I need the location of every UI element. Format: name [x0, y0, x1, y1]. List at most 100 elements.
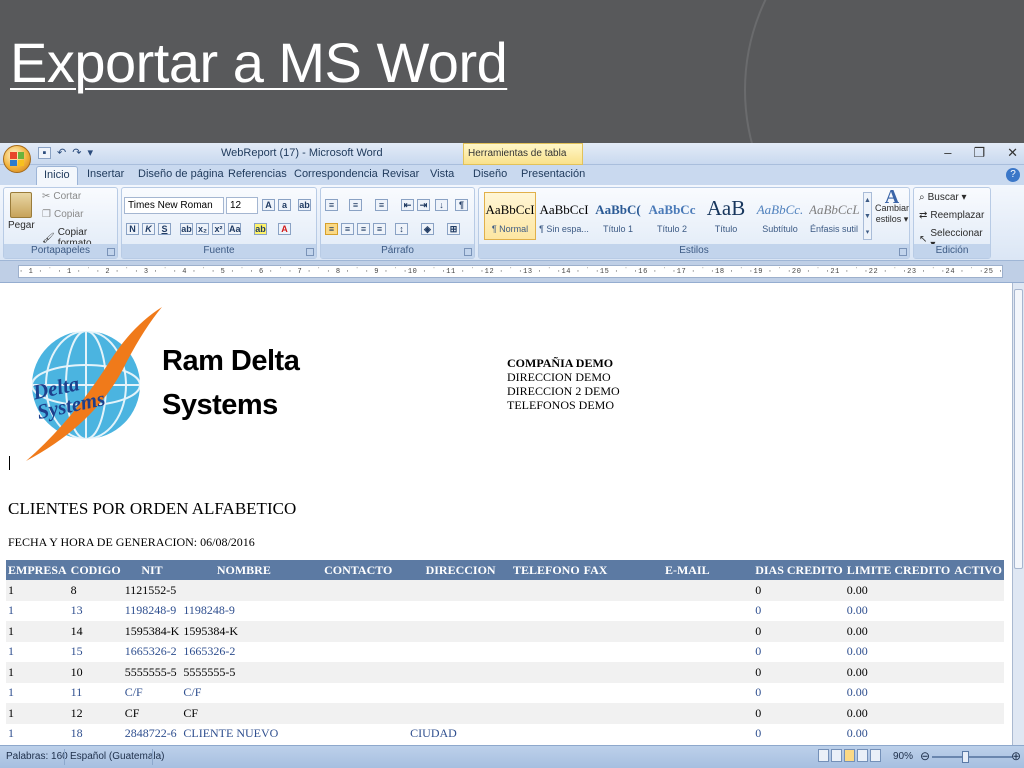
vertical-scrollbar[interactable]	[1012, 283, 1024, 745]
tab-inicio[interactable]: Inicio	[36, 166, 78, 185]
table-row[interactable]: 1 10 5555555-5 5555555-5 0 0.00	[6, 662, 1004, 683]
clear-format-icon[interactable]: ab	[298, 199, 311, 211]
outline-icon[interactable]	[857, 749, 868, 762]
zoom-out-icon[interactable]: ⊖	[920, 749, 930, 763]
tab-presentacion[interactable]: Presentación	[521, 168, 585, 180]
underline-icon[interactable]: S	[158, 223, 171, 235]
style-heading-2[interactable]: AaBbCc Título 2	[646, 192, 698, 240]
sort-icon[interactable]: ↓	[435, 199, 448, 211]
redo-icon[interactable]: ↷	[72, 146, 81, 159]
style-name: ¶ Normal	[491, 224, 529, 234]
table-cell	[306, 580, 411, 601]
style-subtitle[interactable]: AaBbCc. Subtítulo	[754, 192, 806, 240]
web-layout-icon[interactable]	[844, 749, 855, 762]
table-row[interactable]: 1 12 CF CF 0 0.00	[6, 703, 1004, 724]
style-subtle-emphasis[interactable]: AaBbCcL Énfasis sutil	[808, 192, 860, 240]
draft-icon[interactable]	[870, 749, 881, 762]
replace-button[interactable]: ⇄ Reemplazar	[919, 210, 984, 221]
align-left-icon[interactable]: ≡	[325, 223, 338, 235]
clipboard-launcher-icon[interactable]	[107, 248, 115, 256]
close-button[interactable]: ✕	[1007, 145, 1018, 161]
table-cell	[511, 601, 582, 622]
save-icon[interactable]: ▪	[38, 146, 51, 159]
style-no-spacing[interactable]: AaBbCcI ¶ Sin espa...	[538, 192, 590, 240]
decrease-indent-icon[interactable]: ⇤	[401, 199, 414, 211]
highlight-icon[interactable]: ab	[254, 223, 267, 235]
borders-icon[interactable]: ⊞	[447, 223, 460, 235]
table-row[interactable]: 1 13 1198248-9 1198248-9 0 0.00	[6, 601, 1004, 622]
subscript-icon[interactable]: x₂	[196, 223, 209, 235]
tab-correspondencia[interactable]: Correspondencia	[294, 168, 378, 180]
office-button[interactable]	[3, 145, 31, 173]
table-cell: CIUDAD	[410, 726, 457, 741]
line-spacing-icon[interactable]: ↕	[395, 223, 408, 235]
zoom-in-icon[interactable]: ⊕	[1011, 749, 1021, 763]
table-cell	[952, 601, 1004, 622]
change-styles-button[interactable]: A Cambiar estilos ▾	[875, 187, 909, 224]
paste-button[interactable]: Pegar	[8, 192, 35, 231]
change-case-icon[interactable]: Aa	[228, 223, 241, 235]
scrollbar-thumb[interactable]	[1014, 289, 1023, 569]
shading-icon[interactable]: ◈	[421, 223, 434, 235]
tab-vista[interactable]: Vista	[430, 168, 454, 180]
cut-button[interactable]: ✂ Cortar	[42, 191, 81, 202]
document-page[interactable]: Delta Systems Ram Delta Systems COMPAÑIA…	[0, 283, 1012, 745]
superscript-icon[interactable]: x²	[212, 223, 225, 235]
col-header: CODIGO	[68, 560, 123, 580]
italic-icon[interactable]: K	[142, 223, 155, 235]
font-name-select[interactable]: Times New Roman	[124, 197, 224, 214]
tab-revisar[interactable]: Revisar	[382, 168, 419, 180]
increase-indent-icon[interactable]: ⇥	[417, 199, 430, 211]
restore-button[interactable]: ❐	[973, 145, 985, 161]
zoom-slider-knob[interactable]	[962, 751, 969, 763]
table-row[interactable]: 1 18 2848722-6 CLIENTE NUEVO CIUDAD 0 0.00	[6, 724, 1004, 745]
tab-diseno[interactable]: Diseño	[473, 168, 507, 180]
word-count[interactable]: Palabras: 160	[6, 751, 68, 762]
font-color-icon[interactable]: A	[278, 223, 291, 235]
zoom-slider[interactable]	[932, 756, 1012, 758]
col-header: DIRECCION	[410, 560, 511, 580]
horizontal-ruler[interactable]: · 1 · ˙ · 1 · ˙ · 2 · ˙ · 3 · ˙ · 4 · ˙ …	[0, 261, 1024, 283]
font-launcher-icon[interactable]	[306, 248, 314, 256]
numbering-icon[interactable]: ≡	[349, 199, 362, 211]
style-normal[interactable]: AaBbCcI ¶ Normal	[484, 192, 536, 240]
bullets-icon[interactable]: ≡	[325, 199, 338, 211]
paragraph-launcher-icon[interactable]	[464, 248, 472, 256]
print-layout-icon[interactable]	[818, 749, 829, 762]
table-cell: 1	[6, 621, 69, 642]
style-heading-1[interactable]: AaBbC(Título 1	[592, 192, 644, 240]
table-row[interactable]: 1 8 1121552-5 0 0.00	[6, 580, 1004, 601]
table-row[interactable]: 1 14 1595384-K 1595384-K 0 0.00	[6, 621, 1004, 642]
table-cell: CLIENTE NUEVO	[183, 726, 279, 741]
grow-font-icon[interactable]: A	[262, 199, 275, 211]
style-name: Título 1	[602, 224, 633, 234]
shrink-font-icon[interactable]: a	[278, 199, 291, 211]
justify-icon[interactable]: ≡	[373, 223, 386, 235]
copy-button[interactable]: ❐ Copiar	[42, 209, 83, 220]
align-right-icon[interactable]: ≡	[357, 223, 370, 235]
font-size-select[interactable]: 12	[226, 197, 258, 214]
multilevel-list-icon[interactable]: ≡	[375, 199, 388, 211]
style-title[interactable]: AaB Título	[700, 192, 752, 240]
table-row[interactable]: 1 11 C/F C/F 0 0.00	[6, 683, 1004, 704]
tab-insertar[interactable]: Insertar	[87, 168, 124, 180]
table-row[interactable]: 1 15 1665326-2 1665326-2 0 0.00	[6, 642, 1004, 663]
zoom-level[interactable]: 90%	[893, 751, 913, 762]
tab-diseno-pagina[interactable]: Diseño de página	[138, 168, 224, 180]
pilcrow-icon[interactable]: ¶	[455, 199, 468, 211]
clients-table[interactable]: EMPRESA CODIGO NIT NOMBRE CONTACTO DIREC…	[6, 560, 1004, 744]
table-cell: 1	[8, 685, 14, 700]
styles-launcher-icon[interactable]	[899, 248, 907, 256]
qat-dropdown-icon[interactable]: ▾	[87, 146, 93, 159]
language-indicator[interactable]: Español (Guatemala)	[70, 751, 165, 762]
bold-icon[interactable]: N	[126, 223, 139, 235]
styles-scroll[interactable]: ▲ ▼ ▾	[863, 192, 872, 240]
full-screen-reading-icon[interactable]	[831, 749, 842, 762]
align-center-icon[interactable]: ≡	[341, 223, 354, 235]
tab-referencias[interactable]: Referencias	[228, 168, 287, 180]
minimize-button[interactable]: –	[944, 145, 951, 161]
help-icon[interactable]: ?	[1006, 168, 1020, 182]
find-button[interactable]: ⌕ Buscar ▾	[919, 192, 967, 203]
undo-icon[interactable]: ↶	[57, 146, 66, 159]
strikethrough-icon[interactable]: ab	[180, 223, 193, 235]
